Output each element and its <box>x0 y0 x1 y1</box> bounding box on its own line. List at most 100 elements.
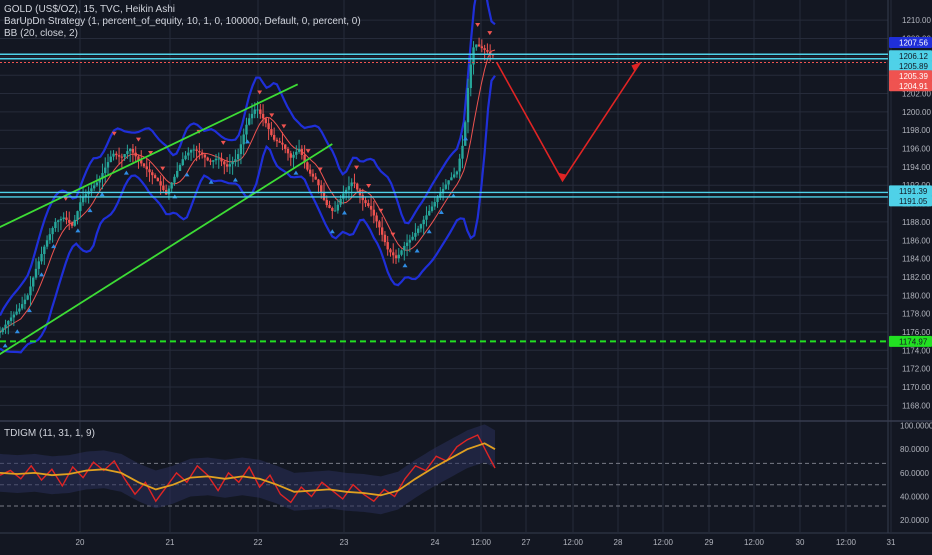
candle-body <box>475 44 478 48</box>
candle-body <box>419 224 423 229</box>
candle-body <box>184 155 187 160</box>
chart-root[interactable]: 1168.00 1170.00 1172.00 1174.00 1176.00 1178.… <box>0 0 932 550</box>
strategy-legend[interactable]: BarUpDn Strategy (1, percent_of_equity, … <box>4 16 361 28</box>
candle-body <box>214 158 218 161</box>
candle-body <box>220 158 223 162</box>
candle-body <box>414 232 417 237</box>
time-axis-label: 20 <box>76 538 85 547</box>
candle-body <box>259 109 262 114</box>
candle-body <box>245 124 248 135</box>
candle-body <box>425 215 428 220</box>
symbol-legend[interactable]: GOLD (US$/OZ), 15, TVC, Heikin Ashi <box>4 4 361 16</box>
candle-body <box>200 152 204 155</box>
candle-body <box>9 317 13 321</box>
candle-body <box>70 222 74 226</box>
candle-body <box>45 240 49 247</box>
candle-body <box>176 170 179 177</box>
bollinger-legend[interactable]: BB (20, close, 2) <box>4 28 361 40</box>
candle-body <box>189 149 193 153</box>
candle-body <box>156 178 160 182</box>
candle-body <box>43 246 46 255</box>
candle-body <box>464 122 467 146</box>
candle-body <box>40 254 43 262</box>
candle-body <box>286 148 290 154</box>
price-axis-label: 1186.00 <box>902 236 931 245</box>
candle-body <box>151 172 154 176</box>
candle-body <box>18 308 21 312</box>
candle-body <box>90 188 93 192</box>
candle-body <box>411 236 414 240</box>
candle-body <box>12 314 16 318</box>
candle-body <box>250 113 254 119</box>
candle-body <box>203 154 207 158</box>
price-axis-label: 1182.00 <box>902 273 931 282</box>
candle-body <box>383 234 387 243</box>
candle-body <box>76 211 79 220</box>
candle-body <box>192 149 196 151</box>
candle-body <box>79 202 82 212</box>
candle-body <box>367 203 370 206</box>
oscillator-axis-label: 40.0000 <box>900 493 929 502</box>
candle-body <box>73 219 76 226</box>
price-axis-label: 1176.00 <box>902 328 931 337</box>
time-axis-label: 30 <box>796 538 805 547</box>
candle-body <box>173 176 176 183</box>
candle-body <box>142 163 146 167</box>
price-axis-label: 1198.00 <box>902 126 931 135</box>
candle-body <box>400 250 403 255</box>
candle-body <box>278 141 281 143</box>
candle-body <box>422 219 425 225</box>
candle-body <box>126 151 129 155</box>
candle-body <box>369 205 373 210</box>
chart-legend: GOLD (US$/OZ), 15, TVC, Heikin Ashi BarU… <box>4 4 361 40</box>
candle-body <box>109 156 112 163</box>
time-axis-label: 12:00 <box>653 538 674 547</box>
price-axis-label: 1178.00 <box>902 310 931 319</box>
oscillator-legend[interactable]: TDIGM (11, 31, 1, 9) <box>4 428 95 440</box>
candle-body <box>68 219 71 223</box>
candle-body <box>350 182 353 187</box>
candle-body <box>253 109 256 114</box>
candle-body <box>212 160 215 162</box>
candle-body <box>311 173 315 177</box>
candle-body <box>131 149 135 153</box>
candle-body <box>389 249 392 253</box>
candle-body <box>56 220 60 222</box>
candle-body <box>112 153 115 157</box>
candle-body <box>284 144 287 149</box>
price-axis-label: 1210.00 <box>902 16 931 25</box>
candle-body <box>23 299 27 305</box>
candle-body <box>455 171 459 175</box>
candle-body <box>405 242 409 246</box>
candle-body <box>317 179 320 186</box>
candle-body <box>225 164 229 167</box>
candle-body <box>148 169 151 173</box>
candle-body <box>477 44 481 47</box>
candle-body <box>394 255 398 259</box>
candle-body <box>81 197 85 203</box>
candle-body <box>32 277 35 287</box>
time-axis-label: 12:00 <box>836 538 857 547</box>
oscillator-axis-label: 100.0000 <box>900 422 932 431</box>
candle-body <box>297 148 301 152</box>
time-axis-label: 24 <box>431 538 440 547</box>
candle-body <box>364 200 367 204</box>
candle-body <box>123 154 126 157</box>
candle-body <box>256 109 259 111</box>
oscillator-axis-label: 20.0000 <box>900 516 929 525</box>
time-axis-label: 23 <box>340 538 349 547</box>
candle-body <box>306 162 309 170</box>
candle-body <box>361 195 364 201</box>
candle-body <box>248 118 251 125</box>
candle-body <box>134 152 137 157</box>
candle-body <box>1 328 4 332</box>
candle-body <box>54 221 57 229</box>
price-axis-label: 1168.00 <box>902 401 931 410</box>
candle-body <box>320 185 323 193</box>
price-label-text: 1191.39 <box>899 187 928 196</box>
candle-body <box>328 205 331 208</box>
candle-body <box>234 159 237 162</box>
candle-body <box>195 149 198 151</box>
price-chart[interactable]: 1168.00 1170.00 1172.00 1174.00 1176.00 1178.… <box>0 0 932 550</box>
price-label-text: 1174.97 <box>899 337 928 346</box>
